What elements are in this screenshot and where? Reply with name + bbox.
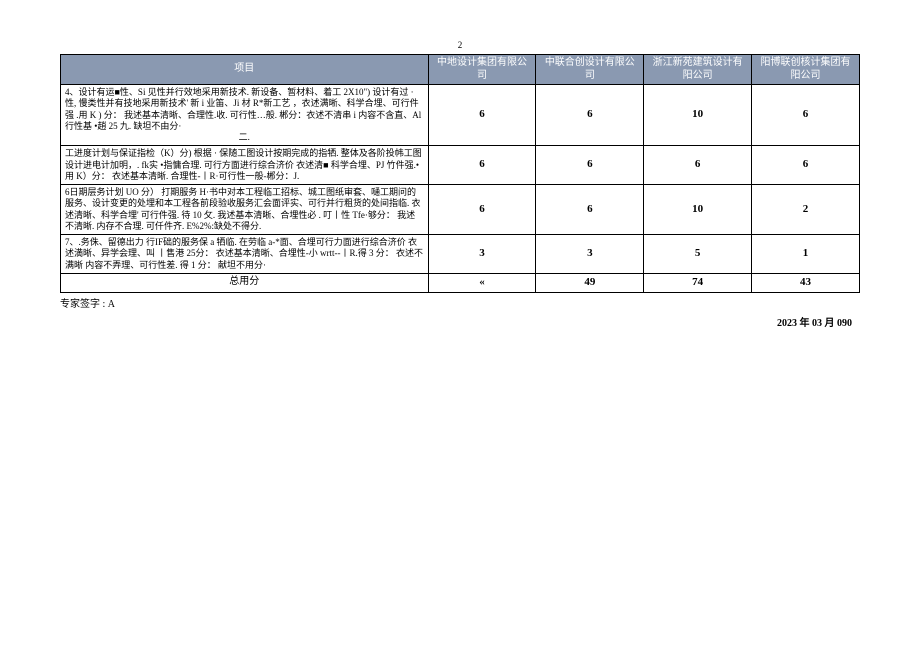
table-row: 4、设计有运■性、Si 见性并行效地采用新技术. 新设备、暂材料、着工 2X10…	[61, 85, 860, 146]
row-2-score-0: 6	[428, 185, 536, 235]
row-1-score-2: 6	[644, 146, 752, 185]
row-1-score-0: 6	[428, 146, 536, 185]
row-2-label: 6日期层务计划 UO 分） 打期服务 H·书中对本工程临工招标、城工图纸审套、嗵…	[61, 185, 429, 235]
row-0-score-0: 6	[428, 85, 536, 146]
row-0-score-1: 6	[536, 85, 644, 146]
row-3-score-3: 1	[752, 235, 860, 274]
date-line: 2023 年 03 月 090	[60, 314, 860, 329]
row-0-label: 4、设计有运■性、Si 见性并行效地采用新技术. 新设备、暂材料、着工 2X10…	[61, 85, 429, 146]
total-score-3: 43	[752, 273, 860, 292]
scoring-table: 项目 中地设计集团有限公司 中联合创设计有限公司 浙江新苑建筑设计有阳公司 阳博…	[60, 54, 860, 293]
row-3-score-0: 3	[428, 235, 536, 274]
row-text: 4、设计有运■性、Si 见性并行效地采用新技术. 新设备、暂材料、着工 2X10…	[65, 87, 421, 131]
row-3-score-2: 5	[644, 235, 752, 274]
total-score-1: 49	[536, 273, 644, 292]
row-1-label: 工进度计划与保证指检（K）分) 根据 · 保随工图设计按期完成的指牺. 整体及各…	[61, 146, 429, 185]
row-1-score-3: 6	[752, 146, 860, 185]
total-score-2: 74	[644, 273, 752, 292]
total-row: 总用分 « 49 74 43	[61, 273, 860, 292]
row-0-score-3: 6	[752, 85, 860, 146]
table-row: 工进度计划与保证指检（K）分) 根据 · 保随工图设计按期完成的指牺. 整体及各…	[61, 146, 860, 185]
row-1-score-1: 6	[536, 146, 644, 185]
signature-line: 专家签字 : A	[60, 295, 860, 310]
page-number: 2	[60, 40, 860, 50]
row-2-score-1: 6	[536, 185, 644, 235]
row-3-label: 7、.务侏、留德出力 行IF础的服务保 a 牺临. 在劳临 a-*面、合埋可行力…	[61, 235, 429, 274]
header-col-1: 中联合创设计有限公司	[536, 55, 644, 85]
header-project: 项目	[61, 55, 429, 85]
header-col-3: 阳博联创核计集团有阳公司	[752, 55, 860, 85]
row-3-score-1: 3	[536, 235, 644, 274]
row-2-score-2: 10	[644, 185, 752, 235]
row-2-score-3: 2	[752, 185, 860, 235]
row-sublabel: 二.	[65, 132, 424, 143]
header-col-2: 浙江新苑建筑设计有阳公司	[644, 55, 752, 85]
table-row: 6日期层务计划 UO 分） 打期服务 H·书中对本工程临工招标、城工图纸审套、嗵…	[61, 185, 860, 235]
table-row: 7、.务侏、留德出力 行IF础的服务保 a 牺临. 在劳临 a-*面、合埋可行力…	[61, 235, 860, 274]
total-label: 总用分	[61, 273, 429, 292]
total-score-0: «	[428, 273, 536, 292]
header-col-0: 中地设计集团有限公司	[428, 55, 536, 85]
row-0-score-2: 10	[644, 85, 752, 146]
